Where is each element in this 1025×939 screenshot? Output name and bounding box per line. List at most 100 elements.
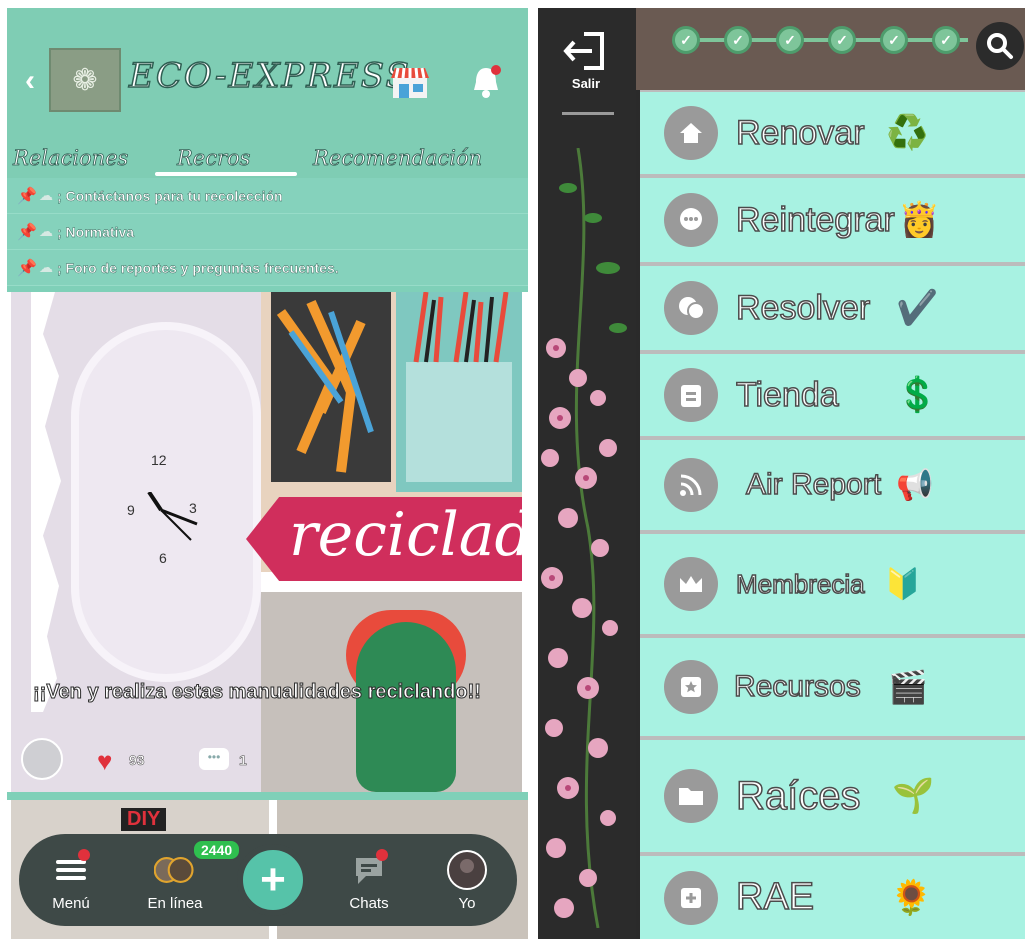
hamburger-menu-icon xyxy=(50,848,92,891)
avatar[interactable] xyxy=(21,738,63,780)
rss-icon xyxy=(664,458,718,512)
menu-item-resolver[interactable]: Resolver ✔️ xyxy=(640,266,1025,350)
menu-item-label: Tienda xyxy=(735,375,839,415)
menu-item-label: Reintegrar xyxy=(735,200,895,240)
crown-icon xyxy=(664,557,718,611)
menu-item-recursos[interactable]: Recursos 🎬 xyxy=(640,638,1025,736)
exit-label: Salir xyxy=(571,76,601,91)
nav-profile[interactable]: Yo xyxy=(437,834,497,926)
comment-count: 1 xyxy=(239,752,247,769)
star-square-icon xyxy=(664,660,718,714)
chat-icon xyxy=(348,848,390,891)
sunflower-icon: 🌻 xyxy=(890,878,933,917)
community-logo[interactable]: ❁ xyxy=(49,48,121,112)
exit-icon xyxy=(563,32,604,70)
cloud-icon: ☁ xyxy=(39,259,53,275)
avatar xyxy=(446,849,488,891)
comment-icon[interactable]: ••• xyxy=(199,748,229,770)
pushpin-icon: 📌 xyxy=(17,223,37,241)
pinned-item-text: ; Normativa xyxy=(57,223,135,240)
like-count: 93 xyxy=(129,752,145,769)
side-menu-screen: Salir ✓ ✓ ✓ ✓ ✓ ✓ Renovar ♻️ Reintegrar … xyxy=(538,8,1025,939)
check-circle-icon: ✓ xyxy=(724,26,752,54)
plus-icon: + xyxy=(260,855,286,904)
menu-item-label: Membrecia xyxy=(735,568,865,600)
feed-tabs: Relaciones Recros Recomendación xyxy=(7,142,528,178)
search-icon xyxy=(987,33,1013,59)
diy-label: DIY xyxy=(121,808,167,831)
community-title: ECO-EXPRESS xyxy=(128,55,411,97)
nav-online-label: En línea xyxy=(147,894,203,912)
online-members-icon: 2440 xyxy=(154,838,242,891)
divider xyxy=(562,112,614,115)
notification-dot xyxy=(376,848,388,861)
pinned-item[interactable]: 📌 ☁ ; Foro de reportes y preguntas frecu… xyxy=(7,250,528,286)
nav-profile-label: Yo xyxy=(458,894,476,912)
nav-menu[interactable]: Menú xyxy=(41,834,101,926)
tab-recros[interactable]: Recros xyxy=(177,146,251,171)
community-feed-screen: ‹ ❁ ECO-EXPRESS Relaciones Recros Recome… xyxy=(7,8,528,939)
check-circle-icon: ✓ xyxy=(672,26,700,54)
notification-bell-icon[interactable] xyxy=(470,64,502,100)
flower-vine-decoration xyxy=(541,148,627,928)
pushpin-icon: 📌 xyxy=(17,187,37,205)
side-drawer-rail: Salir xyxy=(538,8,636,939)
post-title[interactable]: ¡¡Ven y realiza estas manualidades recic… xyxy=(33,682,483,703)
menu-item-label: Renovar xyxy=(735,113,865,153)
menu-item-raices[interactable]: Raíces 🌱 xyxy=(640,740,1025,852)
chat-double-icon xyxy=(664,281,718,335)
nav-chats[interactable]: Chats xyxy=(339,834,399,926)
exit-button[interactable]: Salir xyxy=(556,28,616,98)
princess-icon: 👸 xyxy=(898,201,941,239)
menu-item-reintegrar[interactable]: Reintegrar 👸 xyxy=(640,178,1025,262)
flower-logo-icon: ❁ xyxy=(72,63,98,97)
notification-dot xyxy=(78,848,90,861)
pushpin-icon: 📌 xyxy=(17,259,37,277)
megaphone-icon: 📢 xyxy=(896,468,934,502)
pinned-item-text: ; Foro de reportes y preguntas frecuente… xyxy=(57,259,339,276)
menu-item-air-report[interactable]: Air Report 📢 xyxy=(640,440,1025,530)
online-count-badge: 2440 xyxy=(192,838,242,861)
pinned-posts: 📌 ☁ ; Contáctanos para tu recolección 📌 … xyxy=(7,178,528,286)
tab-relaciones[interactable]: Relaciones xyxy=(13,146,129,171)
nav-online[interactable]: 2440 En línea xyxy=(135,834,242,926)
menu-item-label: Resolver xyxy=(735,288,871,328)
check-circle-icon: ✓ xyxy=(880,26,908,54)
menu-item-tienda[interactable]: Tienda 💲 xyxy=(640,354,1025,436)
menu-item-label: Raíces xyxy=(735,773,861,819)
pinned-item-text: ; Contáctanos para tu recolección xyxy=(57,187,283,204)
nav-menu-label: Menú xyxy=(52,894,90,912)
check-circle-icon: ✓ xyxy=(776,26,804,54)
beginner-badge-icon: 🔰 xyxy=(884,567,922,601)
clock-image: 12 3 6 9 xyxy=(71,322,261,682)
menu-item-label: RAE xyxy=(735,875,815,919)
pinned-item[interactable]: 📌 ☁ ; Contáctanos para tu recolección xyxy=(7,178,528,214)
pinned-item[interactable]: 📌 ☁ ; Normativa xyxy=(7,214,528,250)
chat-bubble-icon xyxy=(664,193,718,247)
bottom-navigation: Menú 2440 En línea + Chats Yo xyxy=(19,834,517,926)
back-button[interactable]: ‹ xyxy=(25,64,35,98)
search-button[interactable] xyxy=(976,22,1024,70)
cloud-icon: ☁ xyxy=(39,223,53,239)
menu-item-renovar[interactable]: Renovar ♻️ xyxy=(640,92,1025,174)
check-circle-icon: ✓ xyxy=(828,26,856,54)
side-menu-list: Renovar ♻️ Reintegrar 👸 Resolver ✔️ Tien… xyxy=(640,90,1025,939)
tab-recomendacion[interactable]: Recomendación xyxy=(313,146,483,171)
post-cover-image[interactable]: 12 3 6 9 recicla ¡¡Ven y realiza estas m… xyxy=(11,292,522,792)
menu-item-membrecia[interactable]: Membrecia 🔰 xyxy=(640,534,1025,634)
menu-item-label: Recursos xyxy=(733,669,861,704)
folder-icon xyxy=(664,769,718,823)
checkmark-icon: ✔️ xyxy=(896,289,939,327)
clipboard-icon xyxy=(664,368,718,422)
create-post-button[interactable]: + xyxy=(237,844,309,916)
store-icon[interactable] xyxy=(389,64,431,100)
heart-icon[interactable]: ♥ xyxy=(97,746,112,777)
menu-item-rae[interactable]: RAE 🌻 xyxy=(640,856,1025,939)
seedling-icon: 🌱 xyxy=(892,777,935,815)
post-meta: ♥ 93 ••• 1 xyxy=(21,738,281,782)
home-icon xyxy=(664,106,718,160)
featured-post-card[interactable]: 12 3 6 9 recicla ¡¡Ven y realiza estas m… xyxy=(7,292,528,792)
nav-chats-label: Chats xyxy=(349,894,389,912)
dollar-icon: 💲 xyxy=(896,376,939,414)
recycle-icon: ♻️ xyxy=(886,114,929,152)
